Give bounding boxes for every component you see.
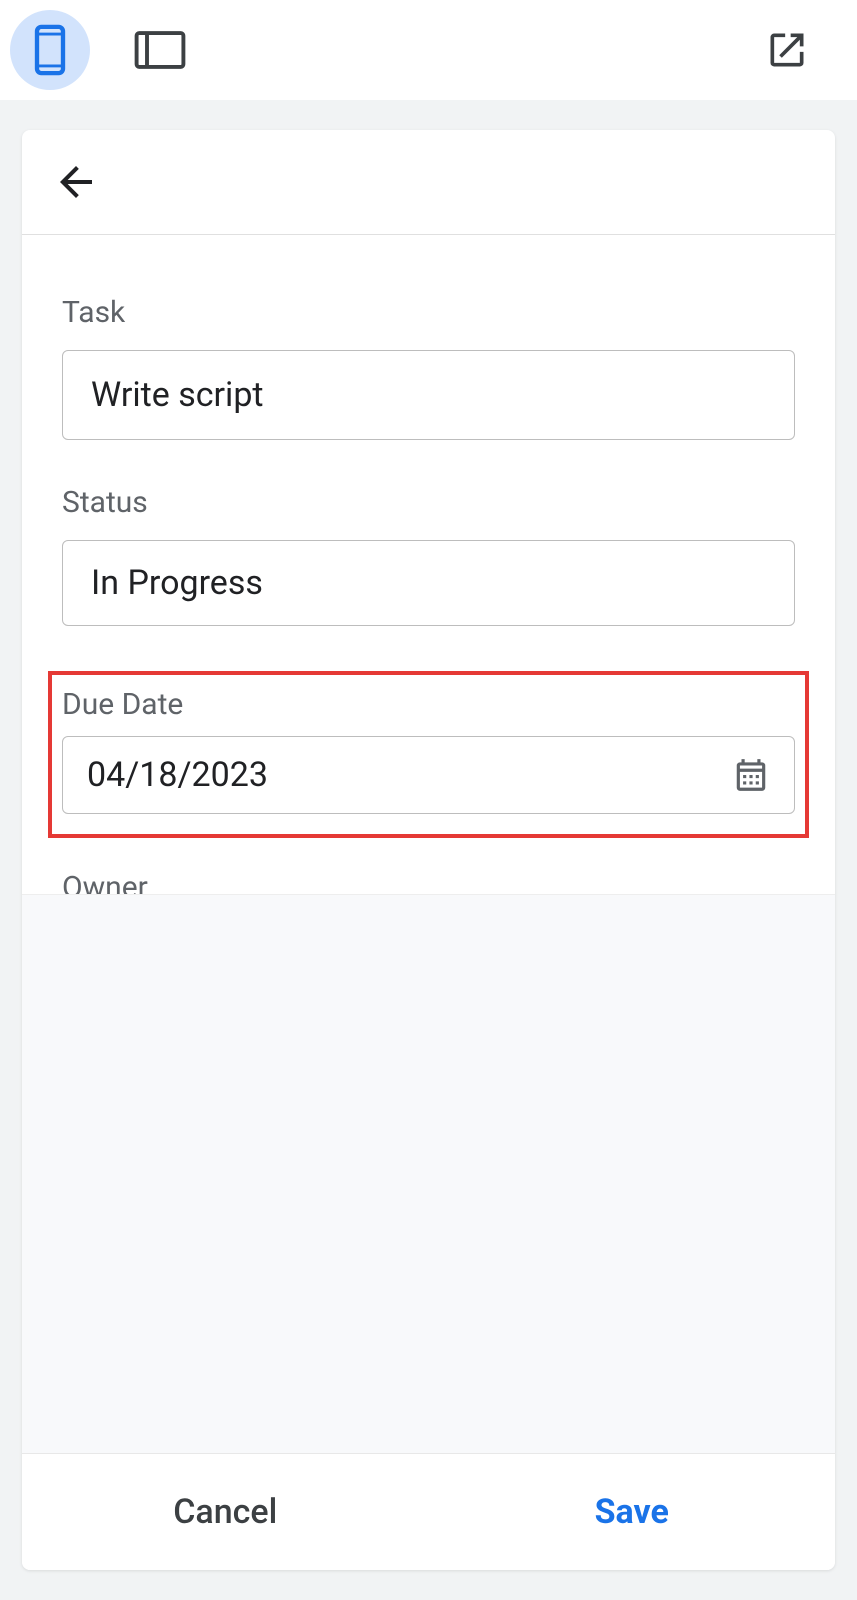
toolbar-left — [10, 10, 200, 90]
owner-label: Owner — [62, 870, 795, 894]
open-external-button[interactable] — [747, 10, 827, 90]
save-button[interactable]: Save — [429, 1454, 836, 1570]
due-date-field-group-highlighted: Due Date 04/18/2023 — [48, 671, 809, 838]
task-label: Task — [62, 295, 795, 330]
top-toolbar — [0, 0, 857, 100]
card-body: Task Status In Progress Due Date 04/18/2… — [22, 235, 835, 894]
card-header — [22, 130, 835, 235]
status-value: In Progress — [91, 563, 263, 603]
task-field-group: Task — [62, 295, 795, 440]
due-date-label: Due Date — [62, 687, 795, 722]
cancel-button[interactable]: Cancel — [22, 1454, 429, 1570]
calendar-icon — [732, 756, 770, 794]
back-button[interactable] — [52, 158, 100, 206]
due-date-value: 04/18/2023 — [87, 755, 268, 795]
external-link-icon — [765, 28, 809, 72]
card-footer: Cancel Save — [22, 1453, 835, 1570]
back-arrow-icon — [52, 158, 100, 206]
tablet-view-button[interactable] — [120, 10, 200, 90]
card-spacer — [22, 894, 835, 1454]
form-card: Task Status In Progress Due Date 04/18/2… — [22, 130, 835, 1570]
mobile-view-button[interactable] — [10, 10, 90, 90]
task-input[interactable] — [62, 350, 795, 440]
mobile-icon — [32, 24, 68, 76]
page-background: Task Status In Progress Due Date 04/18/2… — [0, 100, 857, 1600]
due-date-input[interactable]: 04/18/2023 — [62, 736, 795, 814]
owner-field-group: Owner ann@demo.com — [62, 870, 795, 894]
status-select[interactable]: In Progress — [62, 540, 795, 626]
tablet-icon — [134, 30, 186, 70]
status-label: Status — [62, 485, 795, 520]
status-field-group: Status In Progress — [62, 485, 795, 626]
